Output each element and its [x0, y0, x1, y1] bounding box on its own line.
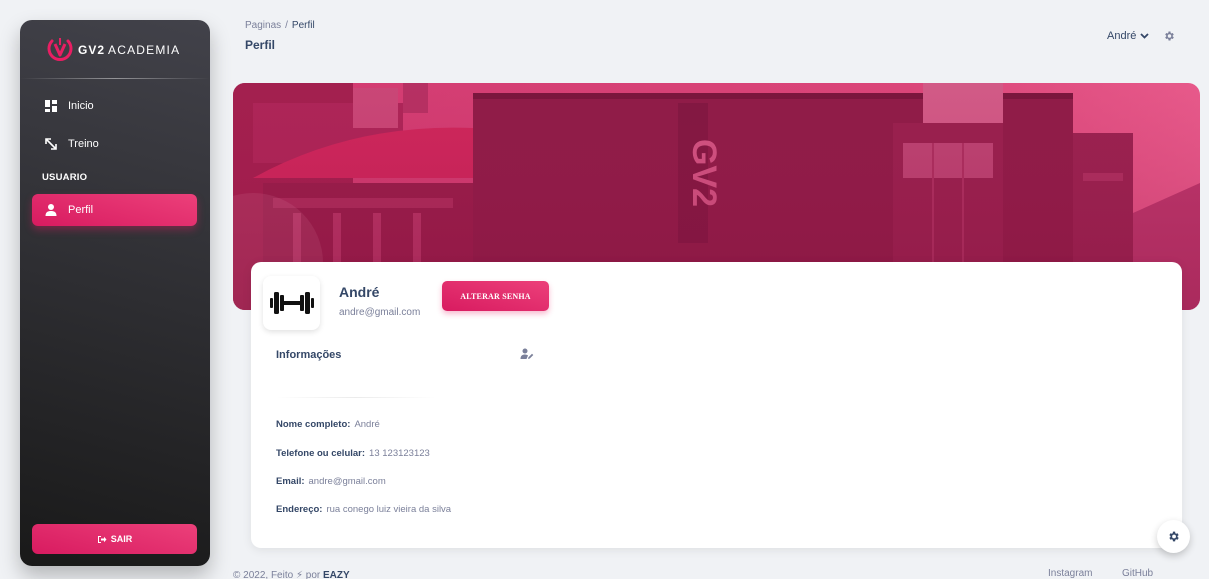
breadcrumb: Paginas / Perfil	[245, 20, 315, 31]
info-label: Email:	[276, 476, 305, 487]
info-label: Telefone ou celular:	[276, 448, 366, 459]
footer-author-link[interactable]: EAZY	[323, 570, 350, 579]
dumbbell-icon	[269, 292, 314, 314]
footer-link-github[interactable]: GitHub	[1122, 568, 1153, 579]
info-value: rua conego luiz vieira da silva	[326, 504, 452, 515]
breadcrumb-separator: /	[285, 20, 288, 31]
edit-user-icon[interactable]	[520, 348, 534, 360]
person-icon	[44, 203, 58, 217]
info-value: andre@gmail.com	[308, 476, 386, 487]
change-password-button[interactable]: ALTERAR SENHA	[442, 281, 549, 311]
logout-icon	[97, 535, 107, 543]
user-name: André	[1107, 30, 1137, 42]
sidebar-section-label: USUARIO	[42, 172, 88, 183]
info-label: Nome completo:	[276, 419, 351, 430]
settings-gear-icon[interactable]	[1163, 30, 1175, 42]
sidebar-item-perfil[interactable]: Perfil	[32, 194, 197, 226]
chevron-down-icon	[1140, 33, 1149, 39]
gv2-logo-icon	[47, 38, 73, 61]
sidebar-item-label: Treino	[68, 138, 99, 150]
sidebar-divider	[20, 78, 210, 79]
sidebar-item-label: Inicio	[68, 100, 94, 112]
configurator-button[interactable]	[1157, 520, 1190, 553]
profile-email: andre@gmail.com	[339, 307, 421, 318]
user-menu-dropdown[interactable]: André	[1107, 30, 1149, 42]
info-row-email: Email: andre@gmail.com	[276, 476, 386, 487]
info-row-address: Endereço: rua conego luiz vieira da silva	[276, 504, 451, 515]
info-label: Endereço:	[276, 504, 323, 515]
logout-button[interactable]: SAIR	[32, 524, 197, 554]
breadcrumb-current: Perfil	[291, 20, 315, 31]
profile-card: André andre@gmail.com ALTERAR SENHA Info…	[251, 262, 1182, 548]
info-row-phone: Telefone ou celular: 13 123123123	[276, 448, 430, 459]
sidebar: GV2 ACADEMIA Inicio Treino USUARIO Perfi…	[20, 20, 210, 566]
info-section-title: Informações	[276, 349, 342, 361]
footer-link-instagram[interactable]: Instagram	[1048, 568, 1092, 579]
info-value: André	[354, 419, 380, 430]
avatar	[263, 276, 320, 330]
info-row-full-name: Nome completo: André	[276, 419, 380, 430]
sidebar-item-inicio[interactable]: Inicio	[32, 90, 197, 122]
sidebar-item-treino[interactable]: Treino	[32, 128, 197, 160]
settings-gear-icon	[1169, 531, 1179, 542]
breadcrumb-root[interactable]: Paginas	[245, 20, 281, 31]
arrows-diagonal-icon	[44, 137, 58, 151]
info-divider	[276, 397, 436, 398]
logout-label: SAIR	[110, 534, 133, 544]
bolt-icon: ⚡	[295, 570, 303, 579]
info-value: 13 123123123	[369, 448, 430, 459]
footer-by-text: por	[305, 570, 321, 579]
profile-name: André	[339, 284, 380, 300]
brand[interactable]: GV2 ACADEMIA	[20, 20, 210, 80]
footer-copyright: © 2022, Feito ⚡ por EAZY	[233, 570, 350, 579]
page-title: Perfil	[245, 38, 276, 52]
brand-text: GV2 ACADEMIA	[78, 43, 181, 57]
dashboard-icon	[44, 99, 58, 113]
sidebar-item-label: Perfil	[68, 204, 94, 216]
copyright-text: © 2022, Feito	[233, 570, 294, 579]
